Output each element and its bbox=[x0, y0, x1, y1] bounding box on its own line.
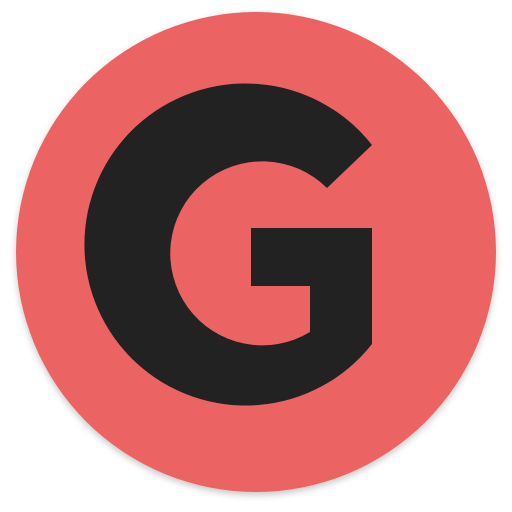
app-icon-stage bbox=[0, 0, 512, 512]
g-letter-logo-icon bbox=[16, 12, 496, 492]
